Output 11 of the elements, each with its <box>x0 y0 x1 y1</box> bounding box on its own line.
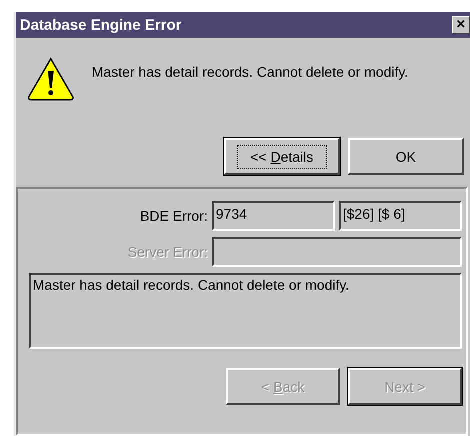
error-details-box[interactable]: Master has detail records. Cannot delete or modify. <box>29 273 462 349</box>
dialog-button[interactable]: << Details <box>224 138 340 175</box>
read-only-field[interactable]: [$26] [$ 6] <box>339 201 462 231</box>
field-label: BDE Error: <box>139 208 208 224</box>
window-title: Database Engine Error <box>20 16 183 34</box>
dialog-button[interactable]: OK <box>348 138 464 175</box>
error-message: Master has detail records. Cannot delete or modify. <box>92 63 408 82</box>
read-only-field[interactable]: 9734 <box>212 201 335 231</box>
field-label: Server Error: <box>126 244 208 260</box>
warning-icon <box>26 56 76 102</box>
close-button[interactable]: × <box>452 16 470 34</box>
